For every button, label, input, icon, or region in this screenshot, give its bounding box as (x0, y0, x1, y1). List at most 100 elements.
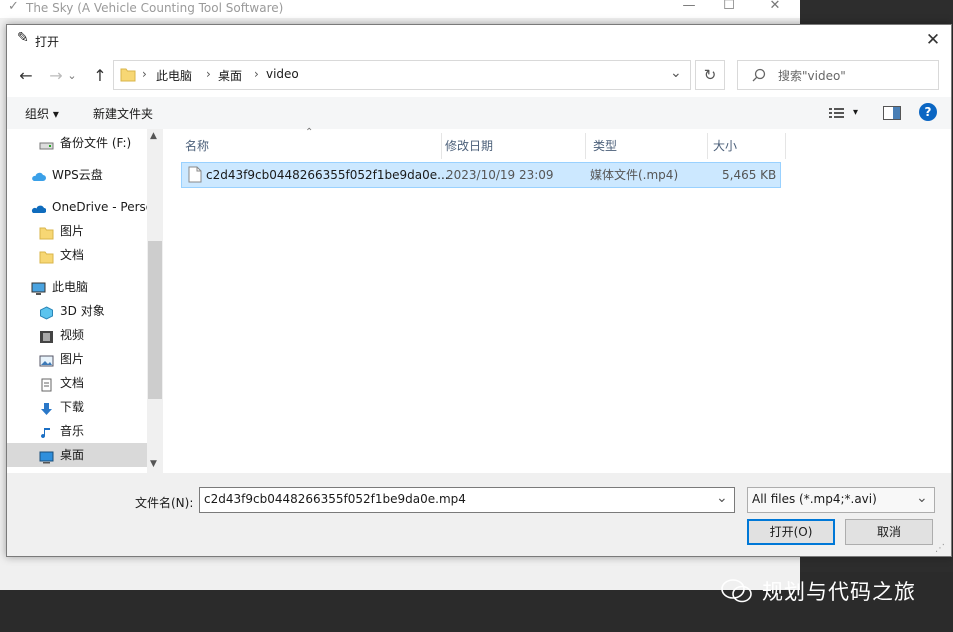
bg-minimize-button[interactable]: — (672, 0, 706, 16)
document-icon (39, 376, 54, 392)
organize-menu[interactable]: 组织 ▾ (25, 105, 59, 122)
cancel-button[interactable]: 取消 (845, 519, 933, 545)
sidebar-item[interactable]: 视频 (7, 323, 147, 347)
sidebar-item[interactable]: 3D 对象 (7, 299, 147, 323)
folder-icon (120, 68, 136, 82)
app-feather-icon: ✓ (8, 0, 19, 14)
filename-dropdown-icon[interactable]: ⌄ (716, 490, 728, 506)
forward-button[interactable]: → (45, 64, 67, 88)
scroll-up-icon[interactable]: ▲ (150, 131, 157, 141)
back-button[interactable]: ← (15, 64, 37, 88)
file-type-filter[interactable]: All files (*.mp4;*.avi) ⌄ (747, 487, 935, 513)
file-list: ⌃ 名称 修改日期 类型 大小 c2d43f9cb0448266355f052f… (163, 127, 949, 473)
breadcrumb-this-pc[interactable]: 此电脑 (156, 67, 192, 84)
nav-scroll-thumb[interactable] (148, 241, 162, 399)
sidebar-item-label: 图片 (60, 224, 85, 238)
sidebar-item[interactable]: OneDrive - Perso (7, 195, 147, 219)
open-button[interactable]: 打开(O) (747, 519, 835, 545)
scroll-down-icon[interactable]: ▼ (150, 459, 157, 469)
sidebar-item[interactable]: 音乐 (7, 419, 147, 443)
sidebar-item-label: OneDrive - Perso (52, 200, 147, 214)
sidebar-item[interactable]: 文档 (7, 371, 147, 395)
sidebar-item[interactable]: WPS云盘 (7, 163, 147, 187)
folder-icon (39, 224, 54, 240)
help-icon[interactable]: ? (919, 103, 937, 121)
video-icon (39, 328, 54, 343)
sidebar-item-label: 桌面 (60, 448, 85, 462)
watermark-text: 规划与代码之旅 (762, 580, 916, 604)
breadcrumb-sep: › (206, 67, 211, 81)
file-row[interactable]: c2d43f9cb0448266355f052f1be9da0e... 2023… (181, 162, 781, 188)
onedrive-icon (31, 200, 47, 214)
music-icon (39, 424, 54, 439)
address-history-dropdown[interactable]: ⌄ (670, 65, 682, 81)
up-button[interactable]: ↑ (89, 64, 111, 88)
sidebar-item-label: 备份文件 (F:) (60, 136, 132, 150)
file-icon (188, 166, 202, 183)
breadcrumb-sep: › (142, 67, 147, 81)
sidebar-item-label: 此电脑 (52, 280, 89, 294)
file-type: 媒体文件(.mp4) (590, 168, 679, 182)
desktop-icon (39, 448, 54, 464)
sidebar-item[interactable]: 下载 (7, 395, 147, 419)
search-placeholder: 搜索"video" (778, 69, 846, 83)
column-header-name[interactable]: 名称 (181, 133, 442, 159)
sidebar-item-label: 视频 (60, 328, 85, 342)
sidebar-item[interactable]: 图片 (7, 347, 147, 371)
preview-pane-icon[interactable] (883, 106, 901, 120)
wechat-icon (721, 579, 752, 603)
computer-icon (31, 280, 46, 295)
background-app-titlebar: ✓ The Sky (A Vehicle Counting Tool Softw… (0, 0, 800, 18)
dialog-title: 打开 (35, 35, 60, 49)
cube-icon (39, 304, 54, 320)
pictures-icon (39, 352, 54, 367)
file-size: 5,465 KB (722, 168, 777, 182)
sidebar-item-label: 下载 (60, 400, 85, 414)
view-dropdown-icon[interactable]: ▾ (853, 107, 858, 118)
sidebar-item-label: 图片 (60, 352, 85, 366)
bg-maximize-button[interactable]: ☐ (712, 0, 746, 16)
background-app-title: The Sky (A Vehicle Counting Tool Softwar… (26, 1, 284, 15)
view-options-icon[interactable] (829, 107, 845, 119)
search-icon (752, 68, 766, 82)
sidebar-item-label: 音乐 (60, 424, 85, 438)
file-date: 2023/10/19 23:09 (446, 168, 554, 182)
filename-value: c2d43f9cb0448266355f052f1be9da0e.mp4 (204, 492, 466, 506)
sidebar-item[interactable]: 图片 (7, 219, 147, 243)
sidebar-item[interactable]: 桌面 (7, 443, 147, 467)
dialog-close-button[interactable]: ✕ (919, 27, 947, 53)
folder-icon (39, 248, 54, 264)
refresh-button[interactable]: ↻ (695, 60, 725, 90)
search-input[interactable]: 搜索"video" (737, 60, 939, 90)
navigation-pane: 备份文件 (F:) WPS云盘 OneDrive - Perso 图片 文档 此电脑 3D … (7, 129, 147, 473)
wps-cloud-icon (31, 168, 46, 182)
resize-grip-icon[interactable]: ⋰ (935, 543, 947, 555)
new-folder-button[interactable]: 新建文件夹 (93, 105, 153, 122)
filename-label: 文件名(N): (135, 496, 194, 510)
toolbar: 组织 ▾ 新建文件夹 ▾ ? (7, 97, 951, 129)
sidebar-item[interactable]: 此电脑 (7, 275, 147, 299)
filter-value: All files (*.mp4;*.avi) (752, 492, 877, 506)
sidebar-item[interactable]: 文档 (7, 243, 147, 267)
address-bar[interactable]: › 此电脑 › 桌面 › video ⌄ (113, 60, 691, 90)
sidebar-item-label: 3D 对象 (60, 304, 105, 318)
file-name: c2d43f9cb0448266355f052f1be9da0e... (206, 168, 449, 182)
breadcrumb-desktop[interactable]: 桌面 (218, 67, 242, 84)
breadcrumb-sep: › (254, 67, 259, 81)
drive-icon (39, 136, 54, 150)
column-header-date[interactable]: 修改日期 (441, 133, 586, 159)
dialog-titlebar: ✎ 打开 ✕ (7, 25, 951, 55)
breadcrumb-video[interactable]: video (266, 67, 299, 81)
filter-dropdown-icon[interactable]: ⌄ (916, 490, 928, 506)
column-header-size[interactable]: 大小 (709, 133, 786, 159)
download-icon (39, 400, 54, 415)
column-header-type[interactable]: 类型 (589, 133, 708, 159)
recent-locations-dropdown[interactable]: ⌄ (65, 64, 79, 88)
sidebar-item[interactable]: 备份文件 (F:) (7, 131, 147, 155)
dialog-feather-icon: ✎ (17, 30, 29, 46)
open-file-dialog: ✎ 打开 ✕ ← → ⌄ ↑ › 此电脑 › 桌面 › video ⌄ ↻ 搜索… (6, 24, 952, 557)
bg-close-button[interactable]: ✕ (758, 0, 792, 16)
sidebar-item-label: 文档 (60, 376, 85, 390)
sidebar-item-label: 文档 (60, 248, 85, 262)
filename-input[interactable]: c2d43f9cb0448266355f052f1be9da0e.mp4 ⌄ (199, 487, 735, 513)
